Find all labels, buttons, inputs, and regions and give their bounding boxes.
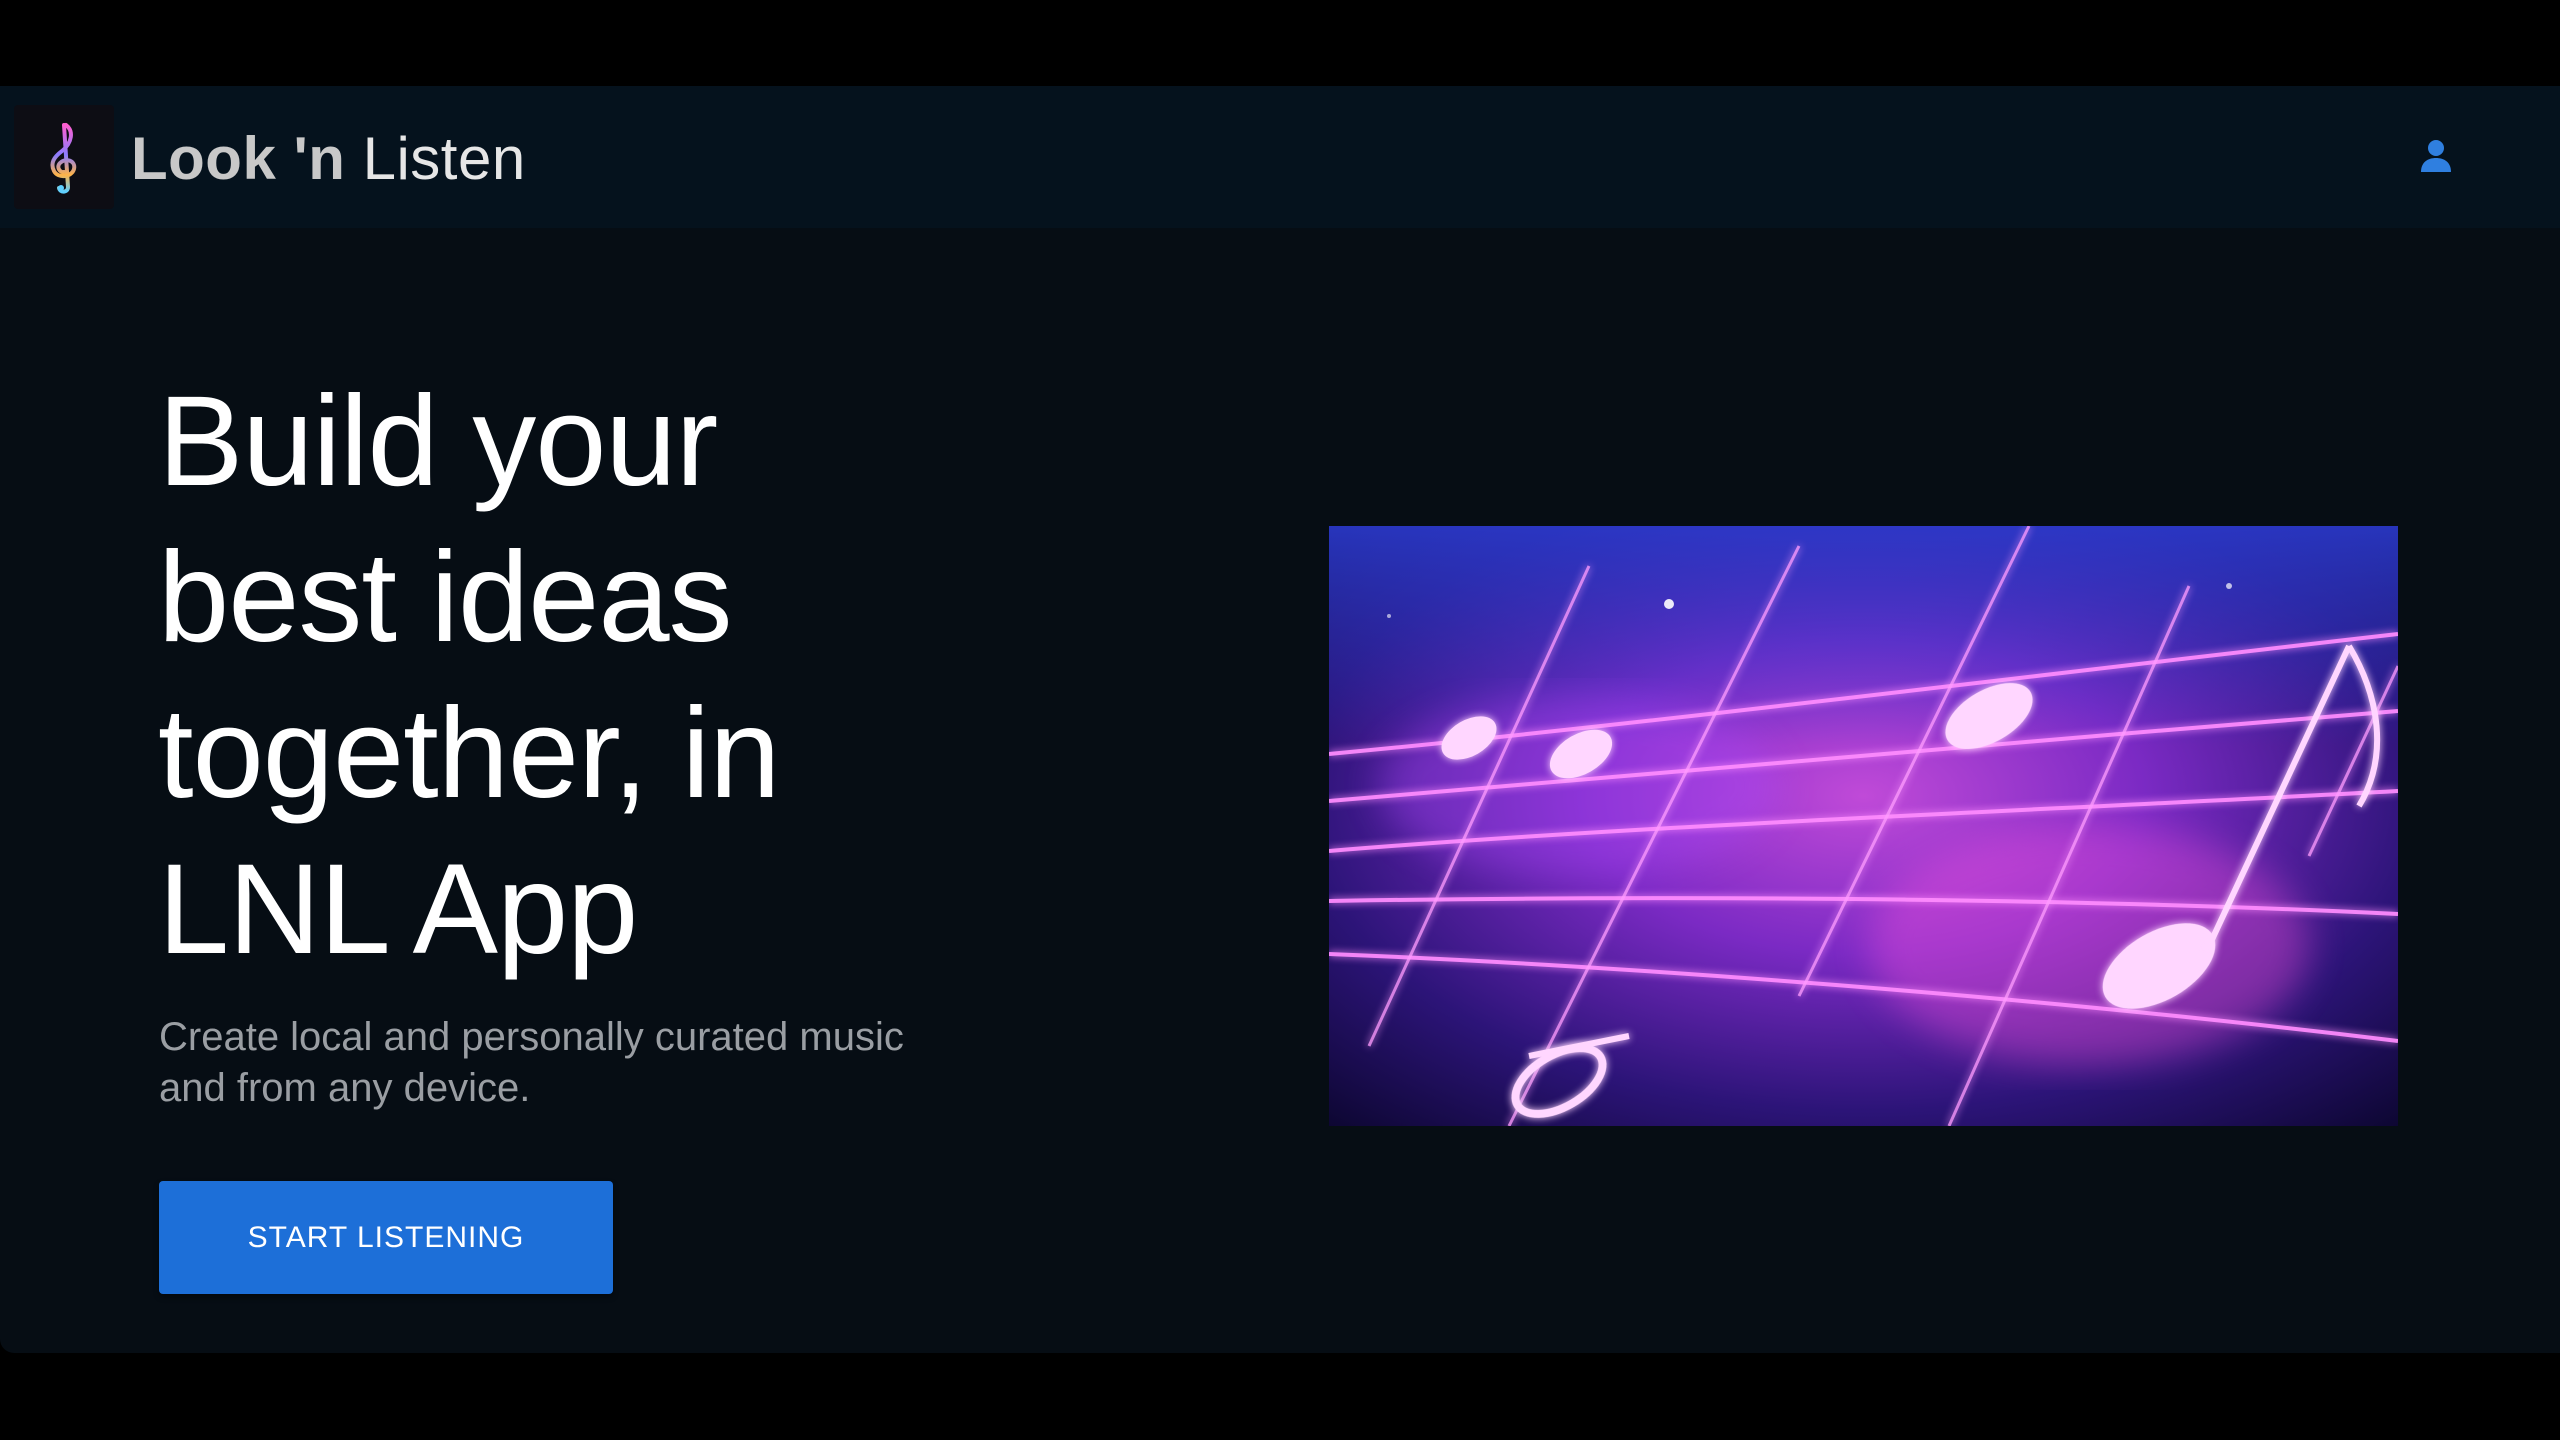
brand-name-regular: Listen	[362, 125, 526, 192]
letterbox-top	[0, 0, 2560, 86]
neon-music-notes-image	[1329, 526, 2398, 1126]
letterbox-bottom	[0, 1353, 2560, 1440]
user-account-button[interactable]	[2412, 136, 2460, 180]
hero-title-line: Build your	[158, 370, 718, 513]
navbar: Look 'n Listen	[0, 86, 2560, 228]
start-listening-button[interactable]: START LISTENING	[159, 1181, 613, 1294]
hero-title-line: best ideas	[158, 526, 733, 669]
hero-subtitle-line: Create local and personally curated musi…	[159, 1015, 904, 1059]
hero-image	[1329, 526, 2398, 1126]
hero-subtitle-line: and from any device.	[159, 1066, 531, 1110]
brand-name-bold: Look 'n	[131, 125, 346, 192]
hero-subtitle: Create local and personally curated musi…	[159, 1012, 1059, 1114]
brand-name[interactable]: Look 'n Listen	[131, 124, 526, 194]
app-window: Look 'n Listen Build your best ideas tog…	[0, 86, 2560, 1353]
user-icon	[2418, 138, 2454, 179]
brand-logo[interactable]	[14, 105, 114, 209]
treble-clef-icon	[34, 117, 94, 197]
hero-title: Build your best ideas together, in LNL A…	[158, 364, 1158, 988]
hero-title-line: together, in	[158, 682, 780, 825]
hero-title-line: LNL App	[158, 838, 638, 981]
